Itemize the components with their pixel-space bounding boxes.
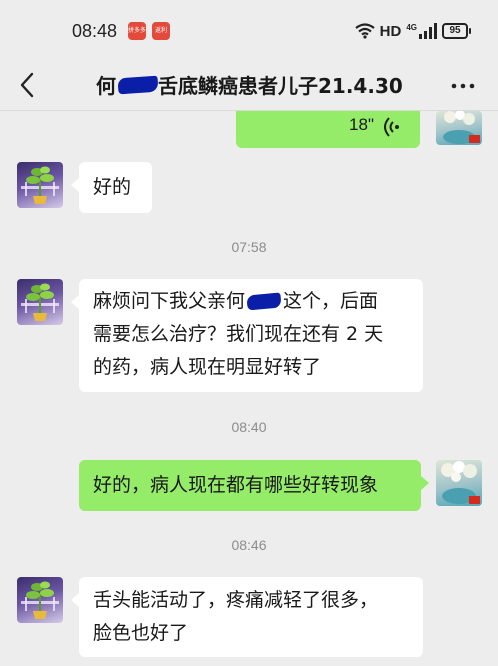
voice-duration: 18" <box>349 115 374 134</box>
plant-image <box>21 581 59 619</box>
message-text: 舌头能活动了，疼痛减轻了很多， <box>93 589 379 611</box>
contact-avatar[interactable] <box>17 577 63 623</box>
redaction-mark <box>117 75 159 94</box>
chat-header: 何 舌底鳞癌患者儿子21.4.30 <box>0 62 498 111</box>
chat-title: 何 舌底鳞癌患者儿子21.4.30 <box>96 70 403 99</box>
plant-image <box>21 166 59 204</box>
voice-message[interactable]: 18" <box>236 111 420 148</box>
status-time: 08:48 <box>72 21 118 41</box>
outgoing-message[interactable]: 好的，病人现在都有哪些好转现象 <box>79 460 429 511</box>
contact-avatar[interactable] <box>17 279 63 325</box>
message-text: 好的 <box>93 176 132 198</box>
redaction-mark <box>246 292 282 311</box>
message-text: 这个，后面 <box>283 290 379 312</box>
title-prefix: 何 <box>96 74 116 98</box>
message-text: 麻烦问下我父亲何 <box>93 290 246 312</box>
flag-icon <box>469 135 480 143</box>
message-text: 脸色也好了 <box>93 622 189 644</box>
pinduoduo-app-icon: 拼多多 <box>128 22 146 40</box>
timestamp: 07:58 <box>231 239 267 255</box>
back-icon[interactable] <box>14 68 44 102</box>
title-suffix: 舌底鳞癌患者儿子21.4.30 <box>158 74 403 98</box>
timestamp: 08:46 <box>231 537 267 553</box>
message-text: 需要怎么治疗？我们现在还有 2 天 <box>93 323 384 345</box>
message-text: 好的，病人现在都有哪些好转现象 <box>93 474 379 496</box>
more-options-icon[interactable] <box>450 78 476 94</box>
my-avatar[interactable] <box>436 460 482 506</box>
network-type: 4G <box>406 22 417 32</box>
voice-wave-icon <box>384 117 399 137</box>
incoming-message[interactable]: 舌头能活动了，疼痛减轻了很多， 脸色也好了 <box>71 577 423 657</box>
plant-image <box>21 283 59 321</box>
battery-icon: 95 <box>442 23 471 39</box>
incoming-message[interactable]: 麻烦问下我父亲何 这个，后面 需要怎么治疗？我们现在还有 2 天 的药，病人现在明… <box>71 279 423 392</box>
status-indicators: HD 4G 95 <box>354 21 471 41</box>
message-list[interactable]: 18" 好的 07:58 麻烦问下我父亲何 这个，后面 需要怎么治疗？我们现在还… <box>0 111 498 666</box>
wifi-icon <box>354 23 375 39</box>
timestamp: 08:40 <box>231 419 267 435</box>
contact-avatar[interactable] <box>17 162 63 208</box>
message-text: 的药，病人现在明显好转了 <box>93 356 322 378</box>
incoming-message[interactable]: 好的 <box>71 162 152 213</box>
my-avatar[interactable] <box>436 111 482 145</box>
flag-icon <box>469 496 480 504</box>
message-line: 麻烦问下我父亲何 这个，后面 <box>93 285 409 318</box>
signal-icon <box>419 23 437 39</box>
status-bar: 08:48 拼多多 返利 HD 4G 95 <box>0 0 498 62</box>
rebate-app-icon: 返利 <box>152 22 170 40</box>
hd-indicator: HD <box>379 22 402 40</box>
